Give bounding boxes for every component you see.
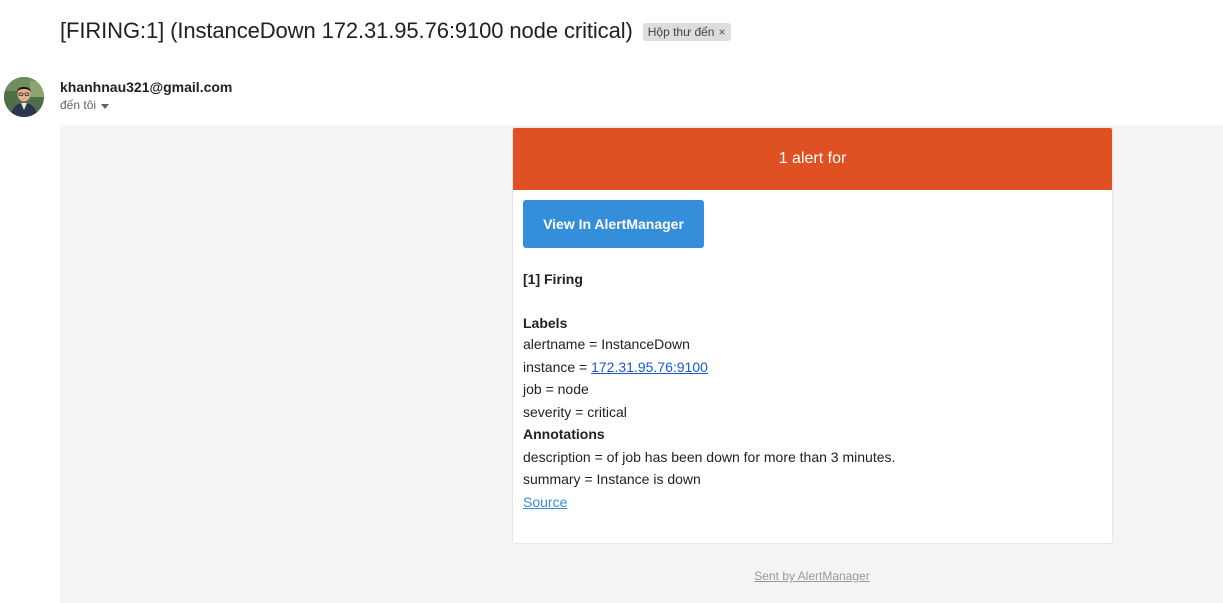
label-job: job = node	[523, 381, 589, 397]
label-instance-prefix: instance =	[523, 358, 592, 375]
firing-title: [1] Firing	[523, 271, 583, 287]
subject-row: [FIRING:1] (InstanceDown 172.31.95.76:91…	[60, 18, 731, 44]
instance-link[interactable]: 172.31.95.76:9100	[591, 359, 708, 375]
label-instance: instance = 172.31.95.76:9100	[523, 356, 1102, 379]
alert-header: 1 alert for	[513, 128, 1112, 190]
email-body: 1 alert for View In AlertManager [1] Fir…	[60, 125, 1223, 603]
chevron-down-icon[interactable]	[101, 103, 110, 109]
footer: Sent by AlertManager	[512, 569, 1112, 583]
annotations-title: Annotations	[523, 426, 605, 442]
view-in-alertmanager-button[interactable]: View In AlertManager	[523, 200, 704, 248]
inbox-label-chip[interactable]: Hộp thư đến ×	[642, 23, 731, 41]
alert-content: View In AlertManager [1] Firing Labels a…	[513, 190, 1112, 513]
sent-by-alertmanager-link[interactable]: Sent by AlertManager	[754, 569, 869, 583]
alert-card: 1 alert for View In AlertManager [1] Fir…	[512, 127, 1113, 544]
sender-block: khanhnau321@gmail.com đến tôi	[60, 79, 232, 112]
remove-label-icon[interactable]: ×	[718, 25, 725, 39]
email-subject: [FIRING:1] (InstanceDown 172.31.95.76:91…	[60, 18, 633, 43]
recipient-line[interactable]: đến tôi	[60, 98, 232, 112]
annotation-summary: summary = Instance is down	[523, 471, 701, 487]
avatar-image	[4, 77, 44, 117]
label-alertname: alertname = InstanceDown	[523, 336, 690, 352]
sender-email[interactable]: khanhnau321@gmail.com	[60, 79, 232, 95]
annotation-description: description = of job has been down for m…	[523, 448, 896, 465]
label-severity: severity = critical	[523, 403, 627, 420]
recipient-text: đến tôi	[60, 98, 97, 112]
source-link[interactable]: Source	[523, 494, 567, 510]
sender-avatar[interactable]	[4, 77, 44, 117]
labels-title: Labels	[523, 315, 568, 331]
inbox-label-text: Hộp thư đến	[647, 25, 715, 39]
